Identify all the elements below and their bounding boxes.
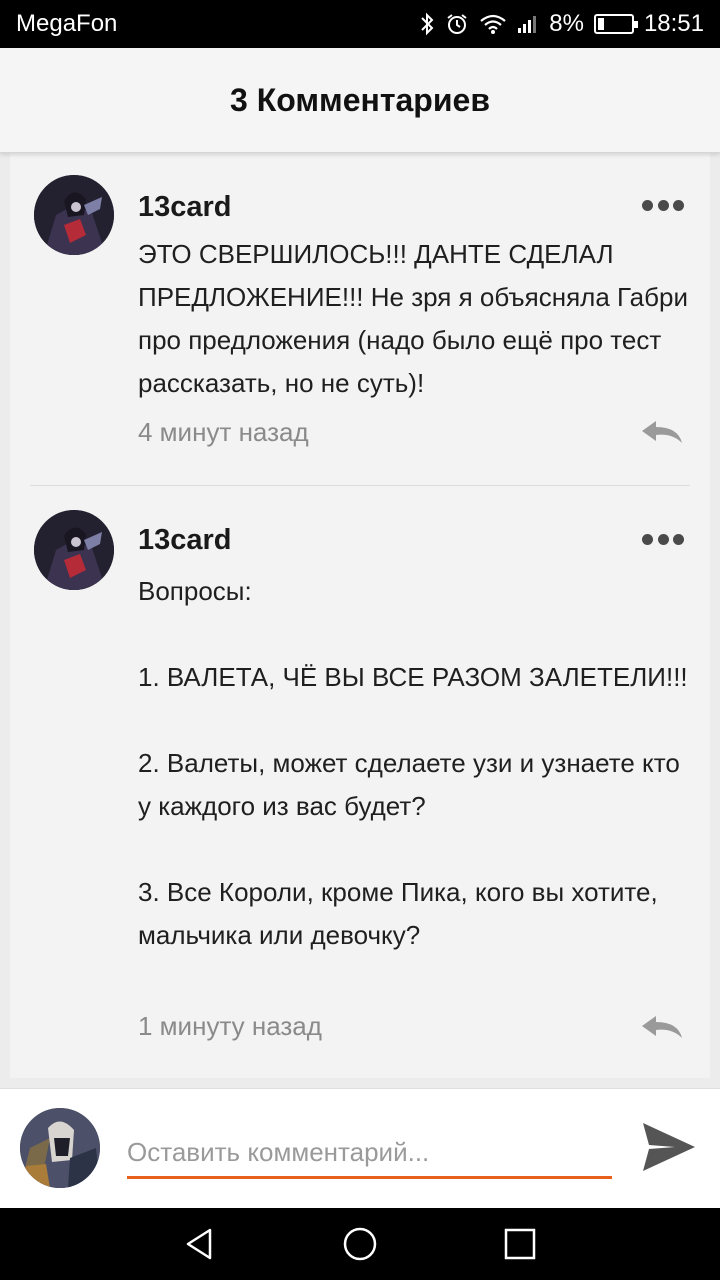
page-title: 3 Комментариев [230, 81, 490, 118]
alarm-icon [445, 12, 469, 36]
comment-list[interactable]: 13card ЭТО СВЕРШИЛОСЬ!!! ДАНТЕ СДЕЛАЛ ПР… [10, 153, 710, 1078]
wifi-icon [479, 13, 507, 35]
status-icons: 8% 18:51 [419, 10, 704, 38]
reply-icon[interactable] [640, 1014, 684, 1040]
user-avatar[interactable] [20, 1108, 100, 1188]
recent-apps-icon[interactable] [502, 1226, 538, 1262]
more-icon[interactable] [642, 199, 684, 211]
more-icon[interactable] [642, 533, 684, 545]
clock: 18:51 [643, 10, 704, 37]
back-icon[interactable] [182, 1226, 218, 1262]
comment-input[interactable] [127, 1129, 612, 1179]
navigation-bar [0, 1208, 720, 1280]
avatar[interactable] [34, 175, 114, 255]
bluetooth-icon [419, 12, 435, 36]
reply-icon[interactable] [640, 419, 684, 445]
send-icon [643, 1123, 695, 1171]
comment-time: 4 минут назад [138, 417, 309, 447]
comment-text: ЭТО СВЕРШИЛОСЬ!!! ДАНТЕ СДЕЛАЛ ПРЕДЛОЖЕН… [138, 239, 688, 398]
comment-time: 1 минуту назад [138, 1011, 322, 1041]
comment-text: Вопросы: 1. ВАЛЕТА, ЧЁ ВЫ ВСЕ РАЗОМ ЗАЛЕ… [138, 576, 688, 950]
comment-item: 13card ЭТО СВЕРШИЛОСЬ!!! ДАНТЕ СДЕЛАЛ ПР… [10, 153, 710, 485]
send-button[interactable] [640, 1119, 698, 1175]
comment-input-bar [0, 1088, 720, 1208]
battery-percent: 8% [549, 10, 584, 37]
comment-item: 13card Вопросы: 1. ВАЛЕТА, ЧЁ ВЫ ВСЕ РАЗ… [10, 486, 710, 1078]
status-bar: MegaFon 8% 18:51 [0, 0, 720, 48]
signal-icon [517, 14, 539, 34]
comment-username[interactable]: 13card [138, 524, 232, 557]
avatar[interactable] [34, 510, 114, 590]
header: 3 Комментариев [0, 48, 720, 153]
battery-icon [593, 14, 638, 34]
comment-username[interactable]: 13card [138, 191, 232, 224]
carrier-label: MegaFon [16, 10, 118, 37]
home-icon[interactable] [342, 1226, 378, 1262]
